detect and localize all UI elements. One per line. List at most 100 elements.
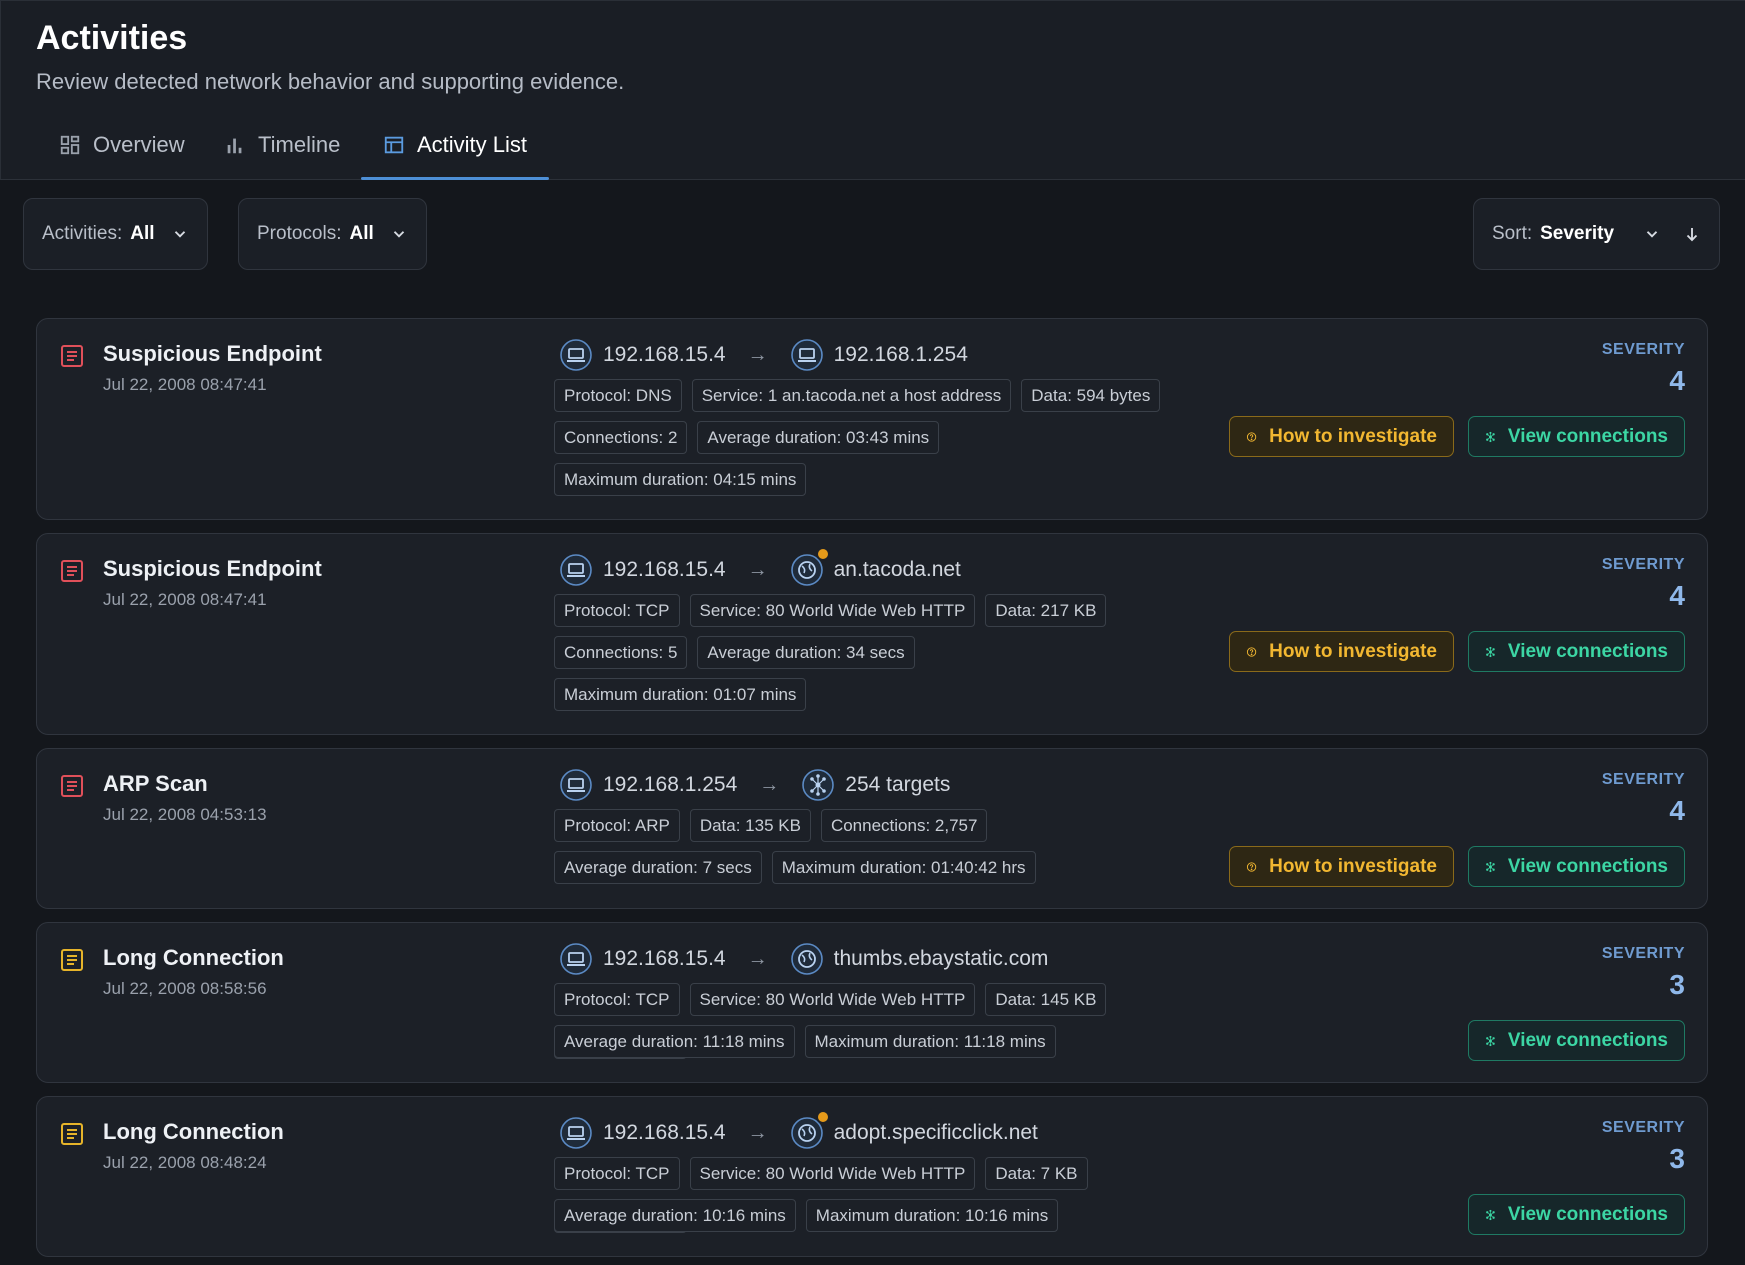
- arrow-right-icon: →: [759, 773, 780, 796]
- filter-value: All: [130, 223, 155, 244]
- attribute-chip: Maximum duration: 04:15 mins: [554, 463, 807, 496]
- attribute-chip: Protocol: TCP: [554, 1157, 680, 1190]
- source-address: 192.168.15.4: [603, 343, 726, 366]
- activity-title: Long Connection: [103, 945, 284, 970]
- arrow-right-icon: →: [747, 1121, 768, 1144]
- tab-overview[interactable]: Overview: [37, 111, 207, 179]
- activity-timestamp: Jul 22, 2008 08:47:41: [103, 375, 267, 394]
- filter-label: Activities:: [42, 223, 123, 244]
- attribute-chip: Protocol: TCP: [554, 983, 680, 1016]
- tab-label: Activity List: [417, 132, 528, 157]
- connection-path: 192.168.15.4 → an.tacoda.net: [559, 547, 961, 588]
- attribute-chip: Service: 80 World Wide Web HTTP: [689, 594, 976, 627]
- attribute-chip: Protocol: DNS: [554, 379, 682, 412]
- button-label: View connections: [1507, 1029, 1668, 1051]
- activities-filter[interactable]: Activities: All: [23, 198, 208, 270]
- chip-row: Protocol: DNS Service: 1 an.tacoda.net a …: [554, 379, 1214, 412]
- attribute-chip: Average duration: 10:16 mins: [554, 1199, 796, 1232]
- severity-label: SEVERITY: [1601, 771, 1685, 788]
- tab-timeline[interactable]: Timeline: [202, 111, 362, 179]
- attribute-chip: Average duration: 7 secs: [554, 851, 762, 884]
- chevron-down-icon: [393, 231, 404, 238]
- target-address: 254 targets: [845, 773, 951, 796]
- button-label: How to investigate: [1269, 640, 1437, 662]
- dashboard-icon: [60, 135, 80, 155]
- chip-row: Average duration: 11:18 mins Maximum dura…: [554, 1025, 1214, 1058]
- target-address: 192.168.1.254: [833, 343, 968, 366]
- severity-label: SEVERITY: [1601, 945, 1685, 962]
- source-address: 192.168.15.4: [603, 947, 726, 970]
- activity-card[interactable]: ARP Scan Jul 22, 2008 04:53:13 192.168.1.2…: [36, 748, 1708, 909]
- globe-icon: [790, 942, 824, 976]
- connection-path: 192.168.15.4 → thumbs.ebaystatic.com: [559, 941, 1048, 977]
- activity-timestamp: Jul 22, 2008 08:48:24: [103, 1153, 267, 1172]
- globe-icon: [790, 1110, 830, 1150]
- severity-label: SEVERITY: [1601, 341, 1685, 358]
- flag-badge-icon: [815, 547, 830, 561]
- target-address: an.tacoda.net: [833, 558, 961, 581]
- laptop-icon: [559, 338, 593, 372]
- page-subtitle: Review detected network behavior and sup…: [36, 69, 625, 94]
- arrow-right-icon: →: [747, 343, 768, 366]
- attribute-chip: Maximum duration: 10:16 mins: [805, 1199, 1059, 1232]
- view-connections-button[interactable]: View connections: [1468, 631, 1685, 672]
- attribute-chip: Protocol: ARP: [554, 809, 680, 842]
- sort-label: Sort:: [1492, 223, 1533, 244]
- sort-direction-arrow-down-icon[interactable]: [1683, 225, 1701, 243]
- severity-value: 4: [1669, 365, 1685, 396]
- page-title: Activities: [36, 19, 188, 57]
- attribute-chip: Average duration: 11:18 mins: [554, 1025, 795, 1058]
- activity-timestamp: Jul 22, 2008 04:53:13: [103, 805, 267, 824]
- how-to-investigate-button[interactable]: How to investigate: [1229, 846, 1454, 887]
- bar-chart-icon: [227, 138, 242, 154]
- chip-row: Maximum duration: 04:15 mins: [554, 463, 1214, 496]
- how-to-investigate-button[interactable]: How to investigate: [1229, 631, 1454, 672]
- attribute-chip: Maximum duration: 11:18 mins: [804, 1025, 1056, 1058]
- attribute-chip: Data: 7 KB: [985, 1157, 1088, 1190]
- attribute-chip: Connections: 2,757: [820, 809, 988, 842]
- activity-type-icon: [61, 1123, 83, 1145]
- activity-timestamp: Jul 22, 2008 08:58:56: [103, 979, 267, 998]
- tab-bar: Overview Timeline Activity List: [0, 111, 1745, 180]
- tab-activity-list[interactable]: Activity List: [361, 111, 550, 180]
- network-icon: [1486, 861, 1495, 872]
- connection-path: 192.168.15.4 → 192.168.1.254: [559, 337, 968, 373]
- flag-badge-icon: [815, 1110, 830, 1124]
- laptop-icon: [790, 338, 824, 372]
- arrow-right-icon: →: [747, 947, 768, 970]
- chevron-down-icon: [174, 231, 185, 238]
- attribute-chip: Connections: 2: [554, 421, 688, 454]
- attribute-chip: Average duration: 03:43 mins: [697, 421, 940, 454]
- activity-type-icon: [61, 775, 83, 797]
- activity-title: Long Connection: [103, 1119, 284, 1144]
- view-connections-button[interactable]: View connections: [1468, 1020, 1685, 1061]
- how-to-investigate-button[interactable]: How to investigate: [1229, 416, 1454, 457]
- network-icon: [1486, 646, 1495, 657]
- attribute-chip: Maximum duration: 01:07 mins: [554, 678, 807, 711]
- network-icon: [801, 768, 835, 802]
- attribute-chip: Data: 594 bytes: [1021, 379, 1161, 412]
- sort-select[interactable]: Sort: Severity: [1473, 198, 1720, 270]
- activity-card[interactable]: Suspicious Endpoint Jul 22, 2008 08:47:41…: [36, 318, 1708, 520]
- help-circle-icon: [1246, 646, 1257, 657]
- protocols-filter[interactable]: Protocols: All: [238, 198, 427, 270]
- button-label: View connections: [1507, 425, 1668, 447]
- button-label: View connections: [1507, 855, 1668, 877]
- chip-row: Connections: 5 Average duration: 34 secs: [554, 636, 1214, 669]
- view-connections-button[interactable]: View connections: [1468, 846, 1685, 887]
- chip-row: Protocol: ARP Data: 135 KB Connections: 2,…: [554, 809, 1214, 842]
- attribute-chip: Data: 217 KB: [985, 594, 1107, 627]
- chip-row: Average duration: 7 secs Maximum duration…: [554, 851, 1214, 884]
- attribute-chip: Protocol: TCP: [554, 594, 680, 627]
- view-connections-button[interactable]: View connections: [1468, 416, 1685, 457]
- view-connections-button[interactable]: View connections: [1468, 1194, 1685, 1235]
- activity-card[interactable]: Long Connection Jul 22, 2008 08:58:56 192.…: [36, 922, 1708, 1083]
- sort-value: Severity: [1540, 223, 1615, 244]
- activity-card[interactable]: Long Connection Jul 22, 2008 08:48:24 192.…: [36, 1096, 1708, 1257]
- target-address: thumbs.ebaystatic.com: [833, 947, 1049, 970]
- button-label: View connections: [1507, 1203, 1668, 1225]
- attribute-chip: Maximum duration: 01:40:42 hrs: [771, 851, 1036, 884]
- source-address: 192.168.15.4: [603, 558, 726, 581]
- chip-row: Maximum duration: 01:07 mins: [554, 678, 1214, 711]
- activity-card[interactable]: Suspicious Endpoint Jul 22, 2008 08:47:41…: [36, 533, 1708, 735]
